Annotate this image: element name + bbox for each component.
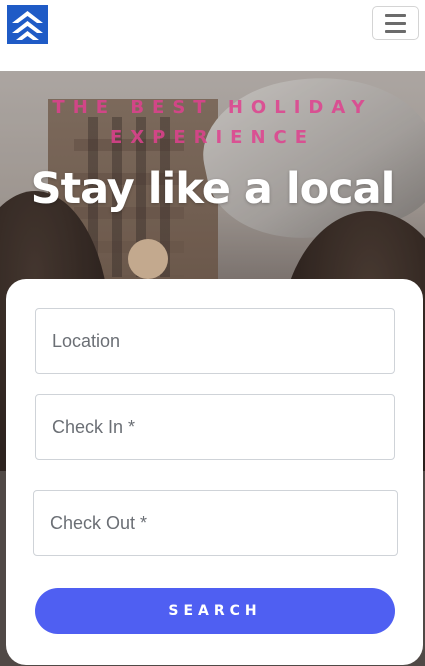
- search-button[interactable]: SEARCH: [35, 588, 395, 634]
- hamburger-icon: [385, 21, 406, 25]
- hero-title: Stay like a local: [30, 164, 396, 214]
- hero-subtitle-line: EXPERIENCE: [109, 127, 316, 148]
- location-input[interactable]: [35, 308, 395, 374]
- check-out-input[interactable]: [33, 490, 398, 556]
- hamburger-icon: [385, 29, 406, 33]
- search-form-card: SEARCH: [6, 279, 423, 665]
- hero-subtitle-line: THE BEST HOLIDAY: [52, 97, 373, 118]
- hamburger-icon: [385, 13, 406, 17]
- check-in-input[interactable]: [35, 394, 395, 460]
- hero-subtitle: THE BEST HOLIDAY EXPERIENCE: [50, 93, 375, 153]
- site-header: [0, 0, 425, 71]
- brand-logo[interactable]: [7, 5, 48, 44]
- menu-toggle-button[interactable]: [372, 6, 419, 40]
- brand-chevrons-icon: [7, 5, 48, 44]
